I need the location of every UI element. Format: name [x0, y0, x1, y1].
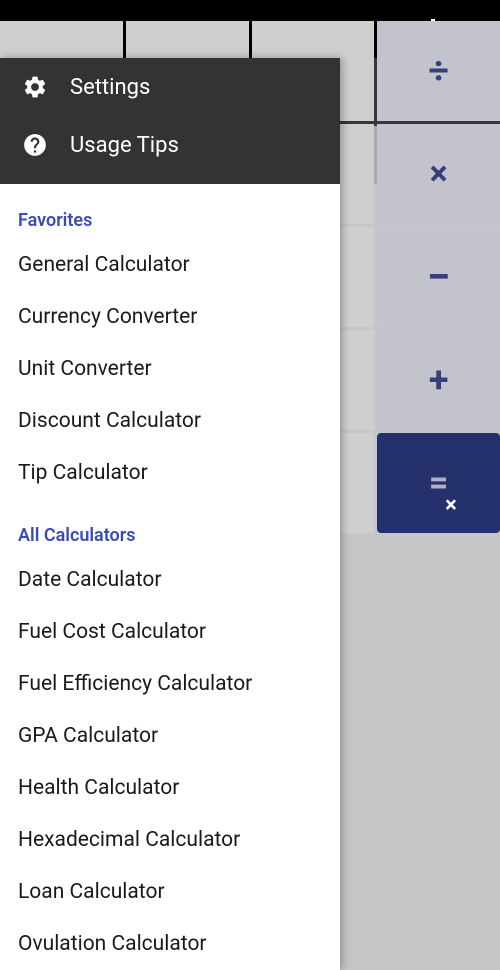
plus-icon: + — [429, 359, 449, 401]
drawer-scroll[interactable]: FavoritesGeneral CalculatorCurrency Conv… — [0, 184, 340, 970]
gear-icon — [22, 74, 48, 100]
backspace-x-icon: × — [445, 493, 457, 518]
equals-button[interactable]: = — [377, 433, 500, 533]
drawer-item-usage-tips[interactable]: Usage Tips — [0, 116, 340, 174]
drawer-item[interactable]: Currency Converter — [0, 291, 340, 343]
drawer-item-settings[interactable]: Settings — [0, 58, 340, 116]
minus-button[interactable]: − — [377, 227, 500, 327]
plus-button[interactable]: + — [377, 330, 500, 430]
drawer-item[interactable]: Hexadecimal Calculator — [0, 814, 340, 866]
multiply-icon: × — [430, 154, 448, 194]
section-header: Favorites — [0, 184, 340, 239]
multiply-button[interactable]: × — [377, 124, 500, 224]
drawer-item-label: Settings — [70, 75, 150, 100]
drawer-item[interactable]: GPA Calculator — [0, 710, 340, 762]
divide-button[interactable]: ÷ — [377, 21, 500, 121]
navigation-drawer: Settings Usage Tips FavoritesGeneral Cal… — [0, 58, 340, 970]
drawer-item[interactable]: Ovulation Calculator — [0, 918, 340, 970]
divide-icon: ÷ — [428, 50, 449, 92]
drawer-item[interactable]: Fuel Efficiency Calculator — [0, 658, 340, 710]
drawer-item[interactable]: Discount Calculator — [0, 395, 340, 447]
section-header: All Calculators — [0, 499, 340, 554]
drawer-item[interactable]: Date Calculator — [0, 554, 340, 606]
minus-icon: − — [427, 253, 450, 302]
drawer-item[interactable]: Loan Calculator — [0, 866, 340, 918]
drawer-item[interactable]: Unit Converter — [0, 343, 340, 395]
drawer-item-label: Usage Tips — [70, 133, 179, 158]
drawer-item[interactable]: Fuel Cost Calculator — [0, 606, 340, 658]
drawer-item[interactable]: General Calculator — [0, 239, 340, 291]
drawer-item[interactable]: Tip Calculator — [0, 447, 340, 499]
drawer-item[interactable]: Health Calculator — [0, 762, 340, 814]
help-icon — [22, 132, 48, 158]
drawer-header: Settings Usage Tips — [0, 58, 340, 184]
